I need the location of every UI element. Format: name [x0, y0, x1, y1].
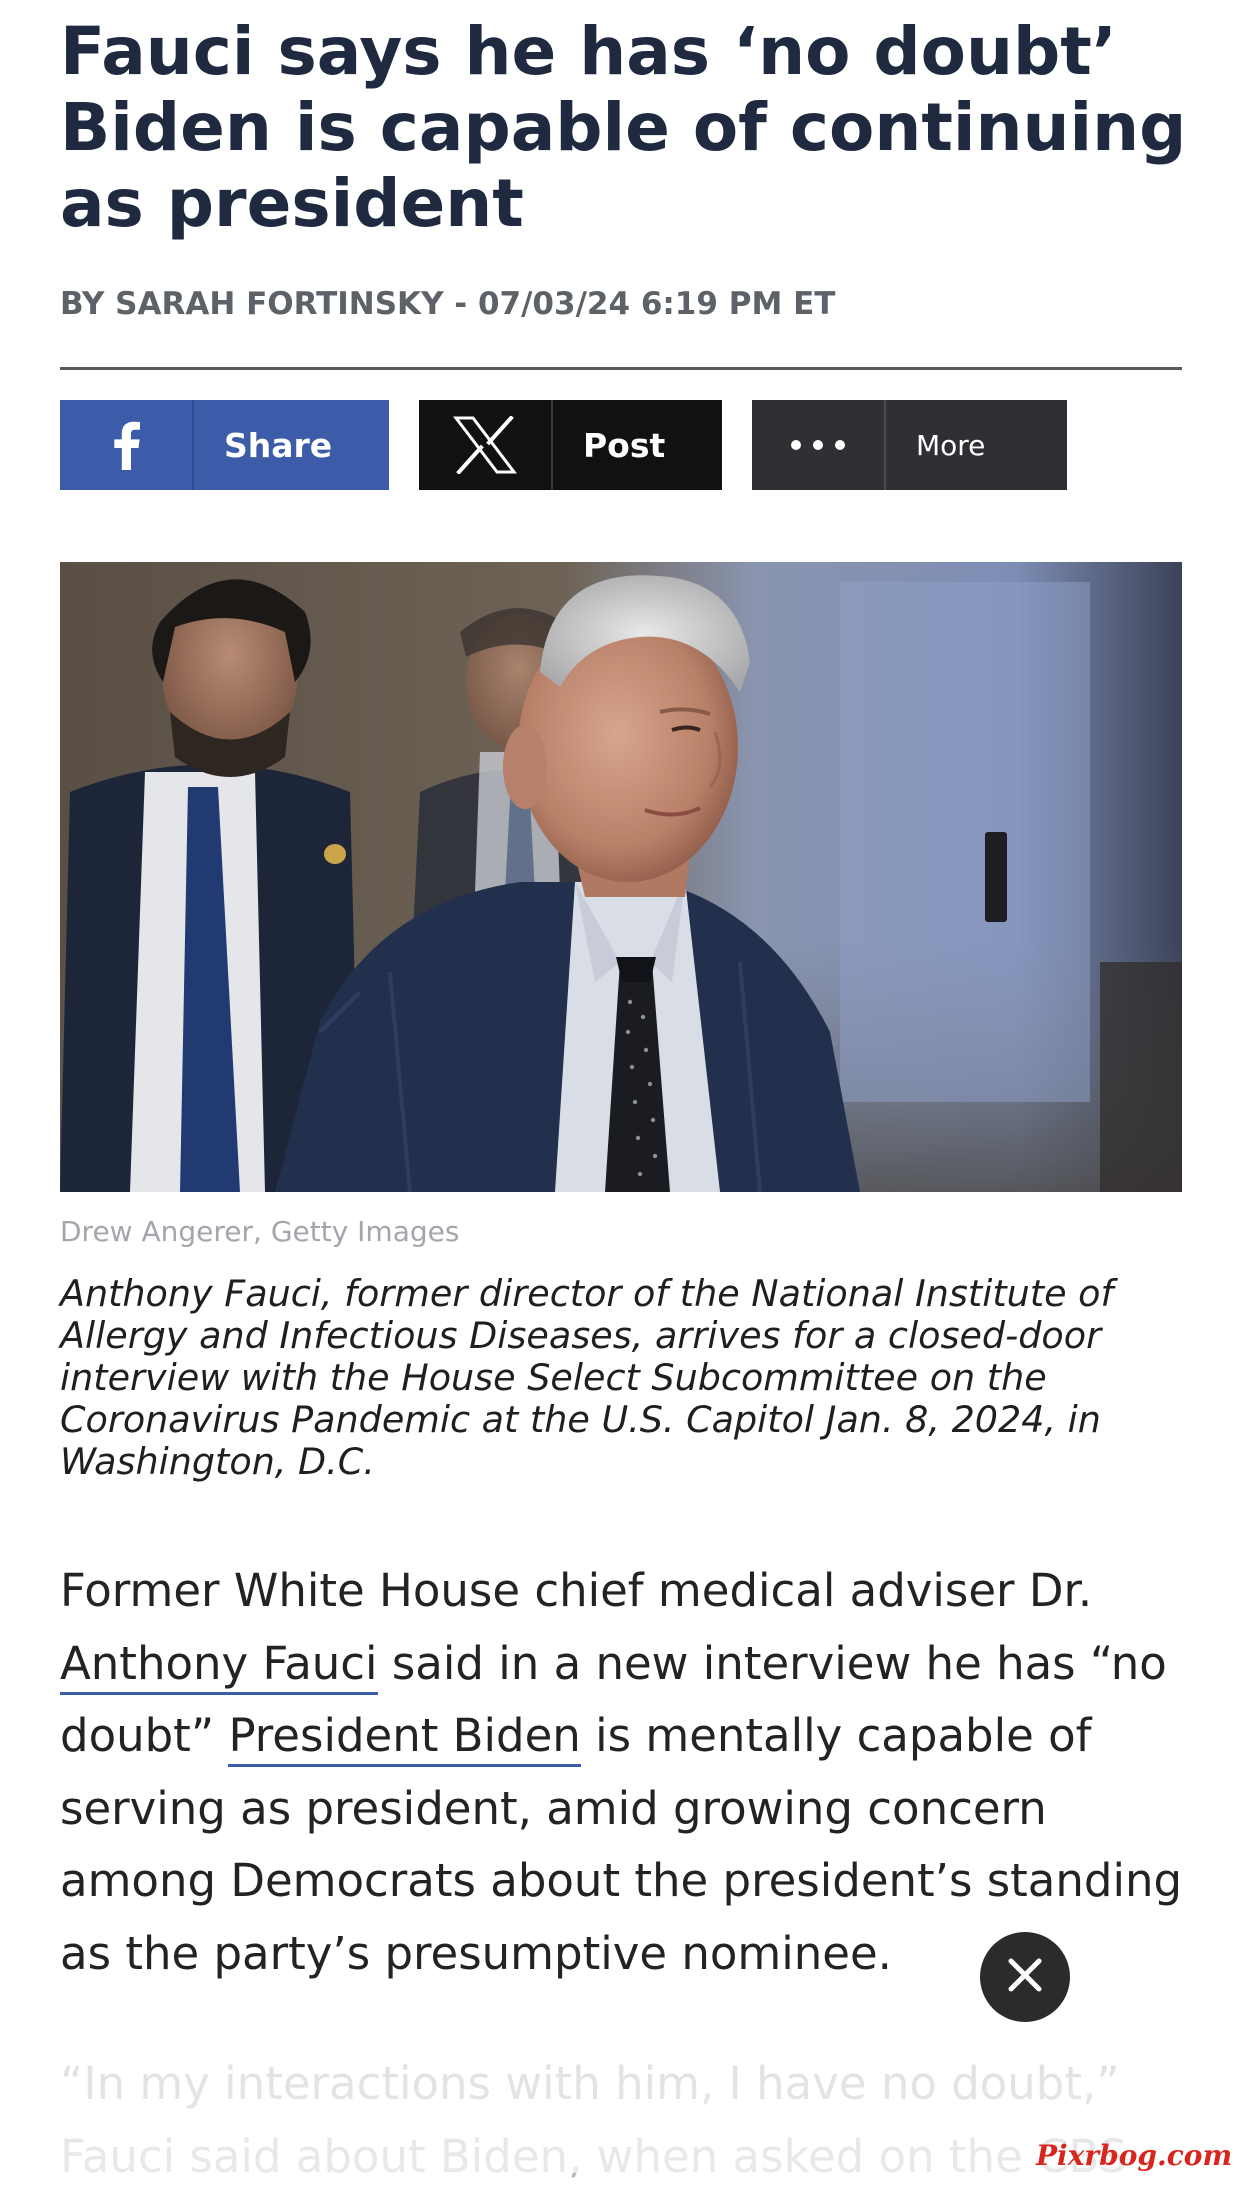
x-logo-icon — [419, 400, 551, 490]
more-dots-icon — [752, 400, 884, 490]
quote-line-2: Fauci said about Biden, when asked on th… — [60, 2129, 1128, 2183]
article-paragraph: Former White House chief medical adviser… — [60, 1555, 1195, 1990]
photo-caption: Anthony Fauci, former director of the Na… — [60, 1272, 1114, 1483]
header-divider — [60, 367, 1182, 370]
facebook-share-button[interactable]: Share — [60, 400, 389, 490]
facebook-share-label: Share — [224, 425, 333, 465]
x-post-label: Post — [583, 425, 666, 465]
article-photo — [60, 562, 1182, 1192]
close-button[interactable] — [980, 1932, 1070, 2022]
close-icon — [1007, 1957, 1043, 1997]
facebook-icon — [60, 400, 192, 490]
paragraph-text: Former White House chief medical adviser… — [60, 1564, 1093, 1617]
anthony-fauci-link[interactable]: Anthony Fauci — [60, 1636, 378, 1695]
more-share-button[interactable]: More — [752, 400, 1067, 490]
quote-line-1: “In my interactions with him, I have no … — [60, 2057, 1120, 2110]
president-biden-link[interactable]: President Biden — [228, 1709, 581, 1767]
x-post-button[interactable]: Post — [419, 400, 722, 490]
watermark: Pixrbog.com — [1036, 2139, 1233, 2172]
article-headline: Fauci says he has ‘no doubt’ Biden is ca… — [60, 13, 1187, 242]
article-byline: BY SARAH FORTINSKY - 07/03/24 6:19 PM ET — [60, 286, 836, 322]
more-share-label: More — [916, 428, 986, 462]
photo-credit: Drew Angerer, Getty Images — [60, 1215, 460, 1248]
